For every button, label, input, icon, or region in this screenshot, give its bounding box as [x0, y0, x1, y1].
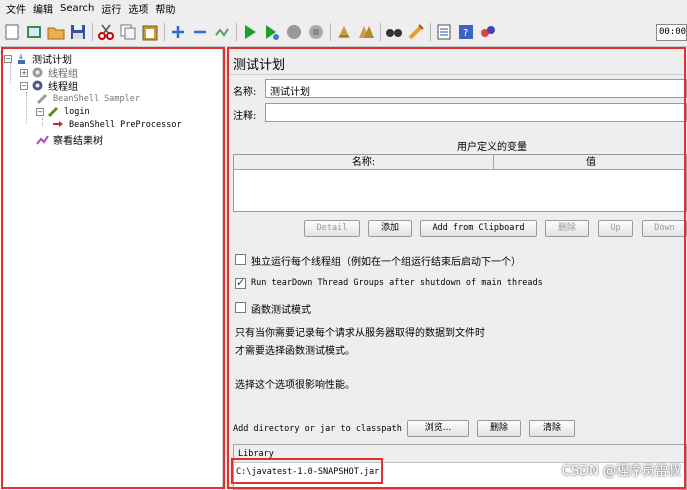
function-helper-icon[interactable] — [435, 23, 453, 41]
templates-icon[interactable] — [25, 23, 43, 41]
table-header: 名称: 值 — [234, 155, 686, 170]
menu-help[interactable]: 帮助 — [152, 1, 179, 16]
tree-label: 察看结果树 — [53, 136, 103, 147]
detail-button[interactable]: Detail — [304, 220, 360, 237]
reset-search-icon[interactable] — [407, 23, 425, 41]
search-icon[interactable] — [385, 23, 403, 41]
performance-warning: 选择这个选项很影响性能。 — [235, 380, 355, 391]
test-plan-icon — [15, 52, 28, 65]
arrow-icon — [52, 118, 65, 131]
clear-icon[interactable] — [335, 23, 353, 41]
tree-node-login[interactable]: − login — [36, 105, 90, 118]
tree-node-beanshell-sampler[interactable]: BeanShell Sampler — [36, 92, 140, 105]
add-from-clipboard-button[interactable]: Add from Clipboard — [420, 220, 537, 237]
serialize-thread-groups-checkbox[interactable] — [235, 254, 246, 265]
tree-node-results-tree[interactable]: 察看结果树 — [36, 132, 103, 147]
column-name-header[interactable]: 名称: — [234, 155, 494, 170]
test-plan-tree: − 测试计划 + 线程组 − 线程组 BeanShell Sampler − l… — [0, 48, 222, 490]
open-icon[interactable] — [47, 23, 65, 41]
functional-mode-checkbox[interactable] — [235, 302, 246, 313]
expand-icon[interactable] — [169, 23, 187, 41]
chart-icon — [36, 133, 49, 146]
pencil-icon — [36, 92, 49, 105]
teardown-checkbox[interactable] — [235, 276, 246, 289]
pencil-icon — [47, 105, 60, 118]
browse-button[interactable]: 浏览... — [407, 420, 469, 437]
start-icon[interactable] — [241, 23, 259, 41]
test-plan-panel: 测试计划 名称: 测试计划 注释: 用户定义的变量 名称: 值 Detail 添… — [227, 48, 687, 490]
tree-label: login — [64, 106, 90, 117]
tree-node-thread-group-2[interactable]: − 线程组 — [20, 78, 78, 93]
toggle-icon[interactable] — [213, 23, 231, 41]
menu-run[interactable]: 运行 — [98, 1, 125, 16]
menu-bar: 文件 编辑 Search 运行 选项 帮助 — [0, 0, 687, 17]
clear-all-icon[interactable] — [357, 23, 375, 41]
remote-icon[interactable] — [479, 23, 497, 41]
shutdown-icon[interactable] — [307, 23, 325, 41]
tree-label: 测试计划 — [32, 55, 72, 66]
comment-label: 注释: — [233, 111, 257, 122]
name-field[interactable]: 测试计划 — [265, 79, 687, 98]
collapse-toggle[interactable]: − — [20, 81, 28, 90]
tree-label: BeanShell Sampler — [53, 93, 140, 104]
up-button[interactable]: Up — [598, 220, 633, 237]
menu-file[interactable]: 文件 — [3, 1, 30, 16]
delete-button[interactable]: 删除 — [545, 220, 589, 237]
functional-mode-note-2: 才需要选择函数测试模式。 — [235, 346, 355, 357]
tree-node-test-plan[interactable]: − 测试计划 — [4, 51, 72, 66]
column-value-header[interactable]: 值 — [494, 155, 687, 170]
watermark: CSDN @程序员雷叔 — [561, 464, 681, 479]
user-variables-title: 用户定义的变量 — [457, 142, 527, 153]
elapsed-timer: 00:00 — [656, 24, 687, 41]
menu-options[interactable]: 选项 — [125, 1, 152, 16]
classpath-delete-button[interactable]: 删除 — [477, 420, 521, 437]
panel-title: 测试计划 — [233, 58, 286, 73]
tree-node-beanshell-preprocessor[interactable]: BeanShell PreProcessor — [52, 118, 182, 131]
toolbar: ? 00:00 — [0, 17, 687, 47]
gear-icon — [31, 79, 44, 92]
expand-toggle[interactable]: + — [20, 68, 28, 77]
stop-icon[interactable] — [285, 23, 303, 41]
save-icon[interactable] — [69, 23, 87, 41]
serialize-thread-groups-label: 独立运行每个线程组（例如在一个组运行结束后启动下一个） — [251, 257, 521, 268]
collapse-icon[interactable] — [191, 23, 209, 41]
collapse-toggle[interactable]: − — [4, 54, 12, 63]
classpath-label: Add directory or jar to classpath — [233, 424, 402, 434]
library-entry[interactable]: C:\javatest-1.0-SNAPSHOT.jar — [236, 467, 379, 477]
add-button[interactable]: 添加 — [368, 220, 412, 237]
start-no-pause-icon[interactable] — [263, 23, 281, 41]
user-variables-table[interactable]: 名称: 值 — [233, 154, 687, 212]
down-button[interactable]: Down — [642, 220, 687, 237]
copy-icon[interactable] — [119, 23, 137, 41]
teardown-label: Run tearDown Thread Groups after shutdow… — [251, 278, 543, 288]
classpath-clear-button[interactable]: 清除 — [529, 420, 575, 437]
functional-mode-label: 函数测试模式 — [251, 305, 311, 316]
paste-icon[interactable] — [141, 23, 159, 41]
tree-label: BeanShell PreProcessor — [69, 119, 182, 130]
help-icon[interactable]: ? — [457, 23, 475, 41]
collapse-toggle[interactable]: − — [36, 107, 44, 116]
new-icon[interactable] — [3, 23, 21, 41]
tree-label: 线程组 — [48, 82, 78, 93]
menu-edit[interactable]: 编辑 — [30, 1, 57, 16]
functional-mode-note-1: 只有当你需要记录每个请求从服务器取得的数据到文件时 — [235, 328, 485, 339]
name-label: 名称: — [233, 87, 257, 98]
svg-text:?: ? — [463, 28, 468, 39]
menu-search[interactable]: Search — [57, 3, 98, 14]
cut-icon[interactable] — [97, 23, 115, 41]
comment-field[interactable] — [265, 103, 687, 122]
